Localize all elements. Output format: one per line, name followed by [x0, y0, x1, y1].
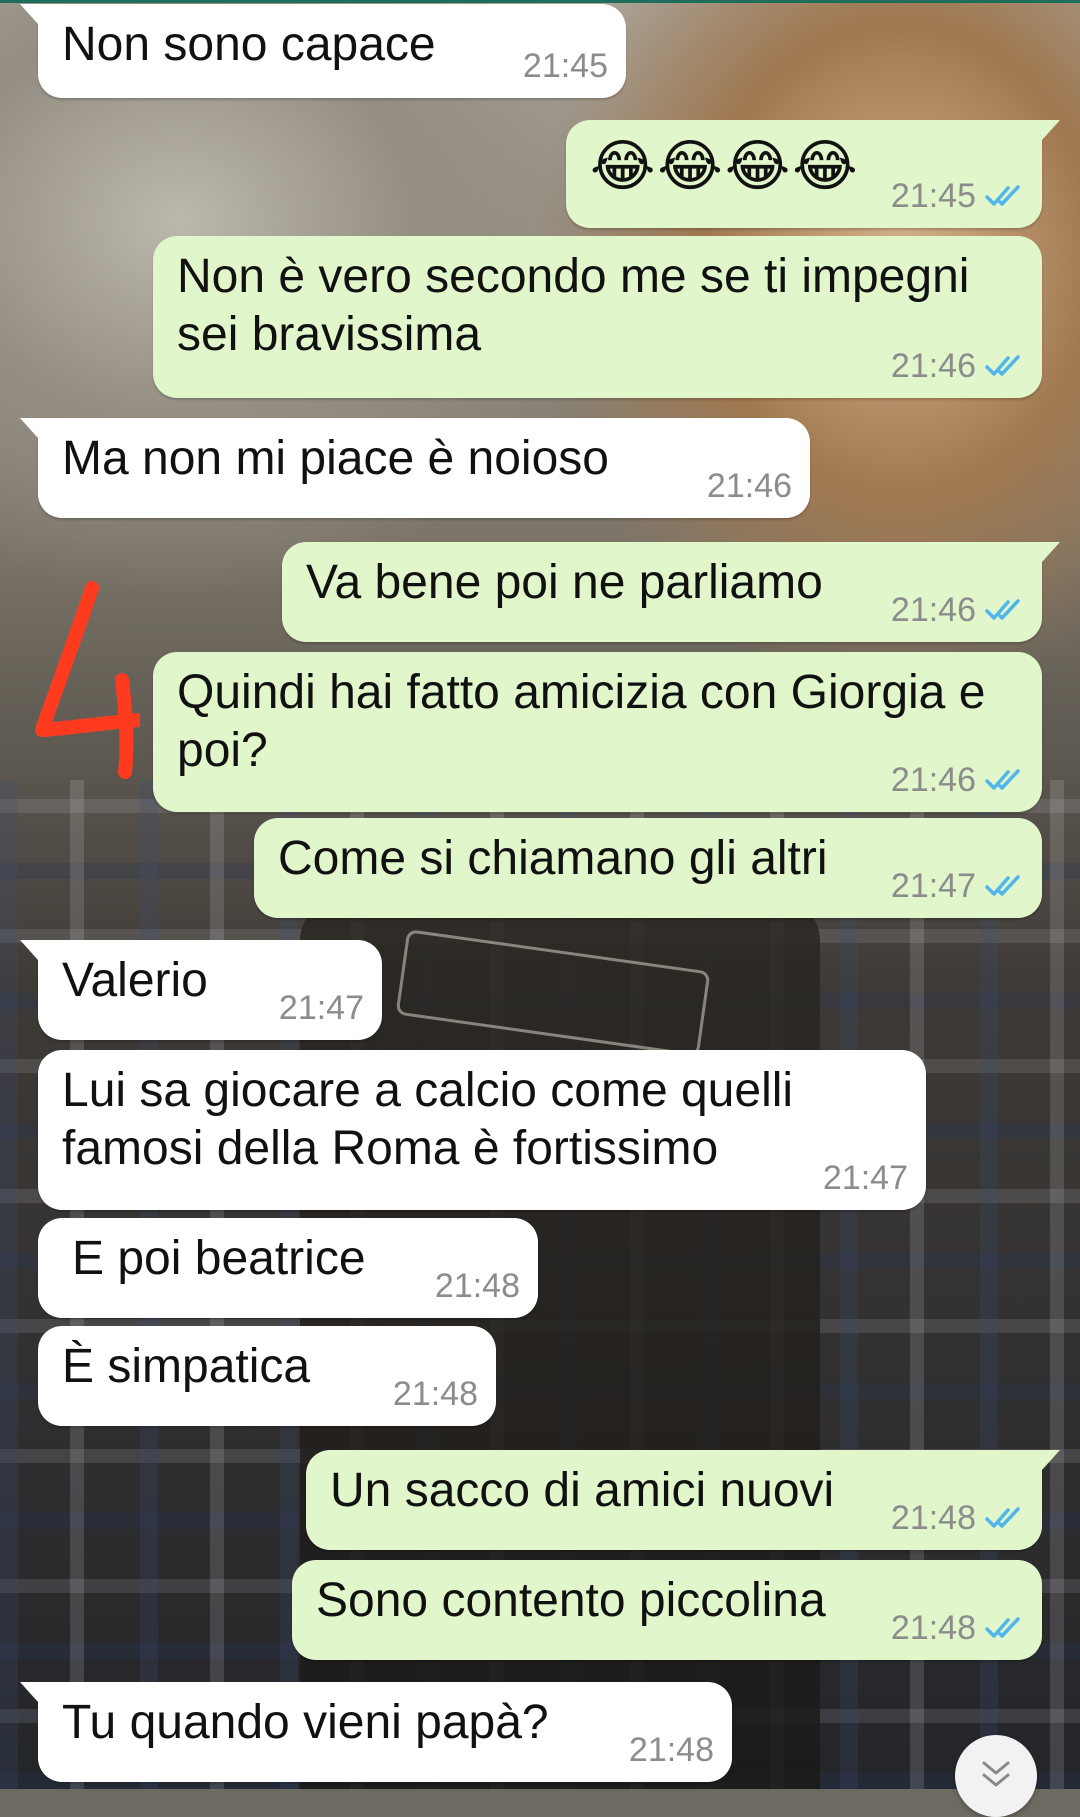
message-time: 21:45	[522, 47, 608, 85]
incoming-message[interactable]: Tu quando vieni papà? 21:48	[20, 1682, 732, 1782]
message-meta: 21:45	[891, 176, 1024, 216]
message-meta: 21:46	[891, 346, 1024, 386]
incoming-message[interactable]: Non sono capace 21:45	[20, 4, 626, 98]
outgoing-message[interactable]: Come si chiamano gli altri 21:47	[254, 818, 1042, 918]
message-text: Sono contento piccolina	[316, 1574, 826, 1627]
message-meta: 21:47	[279, 988, 364, 1028]
incoming-message[interactable]: Lui sa giocare a calcio come quelli famo…	[38, 1050, 926, 1210]
incoming-message[interactable]: Valerio 21:47	[20, 940, 382, 1040]
outgoing-message[interactable]: Sono contento piccolina 21:48	[292, 1560, 1042, 1660]
double-check-icon	[985, 769, 1020, 790]
outgoing-message[interactable]: Va bene poi ne parliamo 21:46	[282, 542, 1060, 642]
handwritten-annotation-4	[35, 581, 140, 779]
message-meta: 21:48	[393, 1374, 478, 1414]
message-meta: 21:48	[629, 1730, 714, 1770]
message-meta: 21:46	[707, 466, 792, 506]
message-meta: 21:47	[823, 1158, 908, 1198]
double-check-icon	[985, 875, 1020, 896]
chevron-double-down-icon	[982, 1761, 1010, 1787]
double-check-icon	[985, 599, 1020, 620]
message-time: 21:46	[890, 591, 976, 629]
message-text: Valerio	[62, 954, 208, 1007]
message-text: Un sacco di amici nuovi	[330, 1464, 835, 1517]
scroll-to-bottom-button[interactable]	[955, 1735, 1037, 1817]
message-text: Non sono capace	[62, 18, 436, 71]
outgoing-message[interactable]: Non è vero secondo me se ti impegni sei …	[153, 236, 1042, 398]
double-check-icon	[985, 1617, 1020, 1638]
message-meta: 21:48	[891, 1608, 1024, 1648]
message-time: 21:46	[890, 347, 976, 385]
message-time: 21:46	[706, 467, 792, 505]
message-time: 21:45	[890, 177, 976, 215]
double-check-icon	[985, 185, 1020, 206]
message-meta: 21:46	[891, 590, 1024, 630]
message-text: Tu quando vieni papà?	[62, 1696, 549, 1749]
message-text: Non è vero secondo me se ti impegni sei …	[177, 250, 970, 361]
message-text: Lui sa giocare a calcio come quelli famo…	[62, 1064, 794, 1175]
message-time: 21:47	[822, 1159, 908, 1197]
double-check-icon	[985, 355, 1020, 376]
message-meta: 21:48	[435, 1266, 520, 1306]
message-time: 21:48	[890, 1499, 976, 1537]
message-time: 21:48	[392, 1375, 478, 1413]
incoming-message[interactable]: Ma non mi piace è noioso 21:46	[20, 418, 810, 518]
message-emoji: 😂😂😂😂	[590, 134, 860, 199]
message-time: 21:48	[628, 1731, 714, 1769]
header-edge	[0, 0, 1080, 3]
message-meta: 21:47	[891, 866, 1024, 906]
message-meta: 21:45	[523, 46, 608, 86]
outgoing-message[interactable]: 😂😂😂😂 21:45	[566, 120, 1060, 228]
outgoing-message[interactable]: Un sacco di amici nuovi 21:48	[306, 1450, 1060, 1550]
message-text: Va bene poi ne parliamo	[306, 556, 823, 609]
double-check-icon	[985, 1507, 1020, 1528]
incoming-message[interactable]: E poi beatrice 21:48	[38, 1218, 538, 1318]
message-time: 21:47	[890, 867, 976, 905]
message-meta: 21:46	[891, 760, 1024, 800]
message-time: 21:48	[890, 1609, 976, 1647]
message-text: È simpatica	[62, 1340, 311, 1393]
message-text: E poi beatrice	[72, 1232, 366, 1285]
message-time: 21:48	[434, 1267, 520, 1305]
message-text: Ma non mi piace è noioso	[62, 432, 609, 485]
incoming-message[interactable]: È simpatica 21:48	[38, 1326, 496, 1426]
message-meta: 21:48	[891, 1498, 1024, 1538]
message-text: Come si chiamano gli altri	[278, 832, 828, 885]
message-time: 21:47	[278, 989, 364, 1027]
message-time: 21:46	[890, 761, 976, 799]
outgoing-message[interactable]: Quindi hai fatto amicizia con Giorgia e …	[153, 652, 1042, 812]
